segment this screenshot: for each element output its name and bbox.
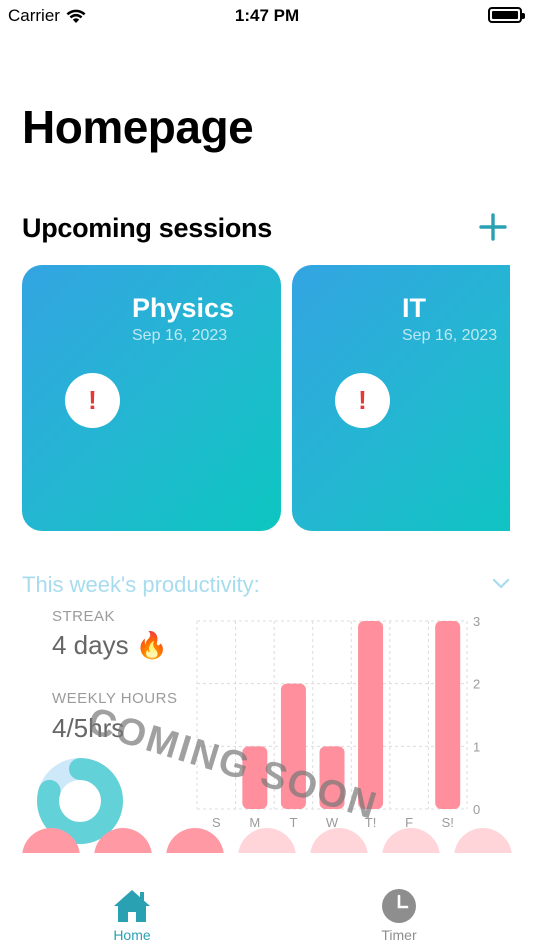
status-bar: Carrier 1:47 PM [0,0,534,32]
session-cards-carousel[interactable]: Physics Sep 16, 2023 ! IT Sep 16, 2023 ! [0,265,510,533]
session-subject: IT [402,293,426,323]
streak-label: STREAK [52,608,116,625]
session-subject: Physics [132,293,235,323]
session-card-it[interactable]: IT Sep 16, 2023 ! [292,265,510,531]
day-indicator [94,828,152,853]
chevron-down-icon[interactable] [492,578,510,590]
page-title: Homepage [22,101,254,153]
day-indicator [22,828,80,853]
week-day-indicators [0,828,534,853]
house-icon [114,890,150,922]
session-card-physics[interactable]: Physics Sep 16, 2023 ! [22,265,281,531]
battery-icon [488,7,525,23]
streak-value: 4 days 🔥 [52,630,169,660]
tab-label: Timer [381,927,417,943]
session-date: Sep 16, 2023 [402,327,498,344]
day-indicator [382,828,440,853]
alert-icon: ! [65,373,120,428]
add-session-button[interactable] [478,212,508,242]
day-indicator [454,828,512,853]
tab-bar: Home Timer [0,868,534,950]
y-tick-label: 0 [473,802,480,817]
y-tick-label: 3 [473,614,480,629]
tab-timer[interactable]: Timer [349,888,449,943]
bar [435,621,461,809]
clock-icon [382,889,416,923]
weekly-hours-label: WEEKLY HOURS [52,690,178,707]
status-time: 1:47 PM [234,6,300,25]
y-tick-label: 2 [473,677,480,692]
upcoming-sessions-title: Upcoming sessions [22,213,272,243]
day-indicator [310,828,368,853]
y-tick-label: 1 [473,739,480,754]
tab-label: Home [113,927,151,943]
tab-home[interactable]: Home [82,888,182,943]
session-date: Sep 16, 2023 [132,327,228,344]
day-indicator [238,828,296,853]
day-indicator [166,828,224,853]
plus-icon [479,213,507,241]
productivity-title: This week's productivity: [22,572,260,597]
alert-icon: ! [335,373,390,428]
